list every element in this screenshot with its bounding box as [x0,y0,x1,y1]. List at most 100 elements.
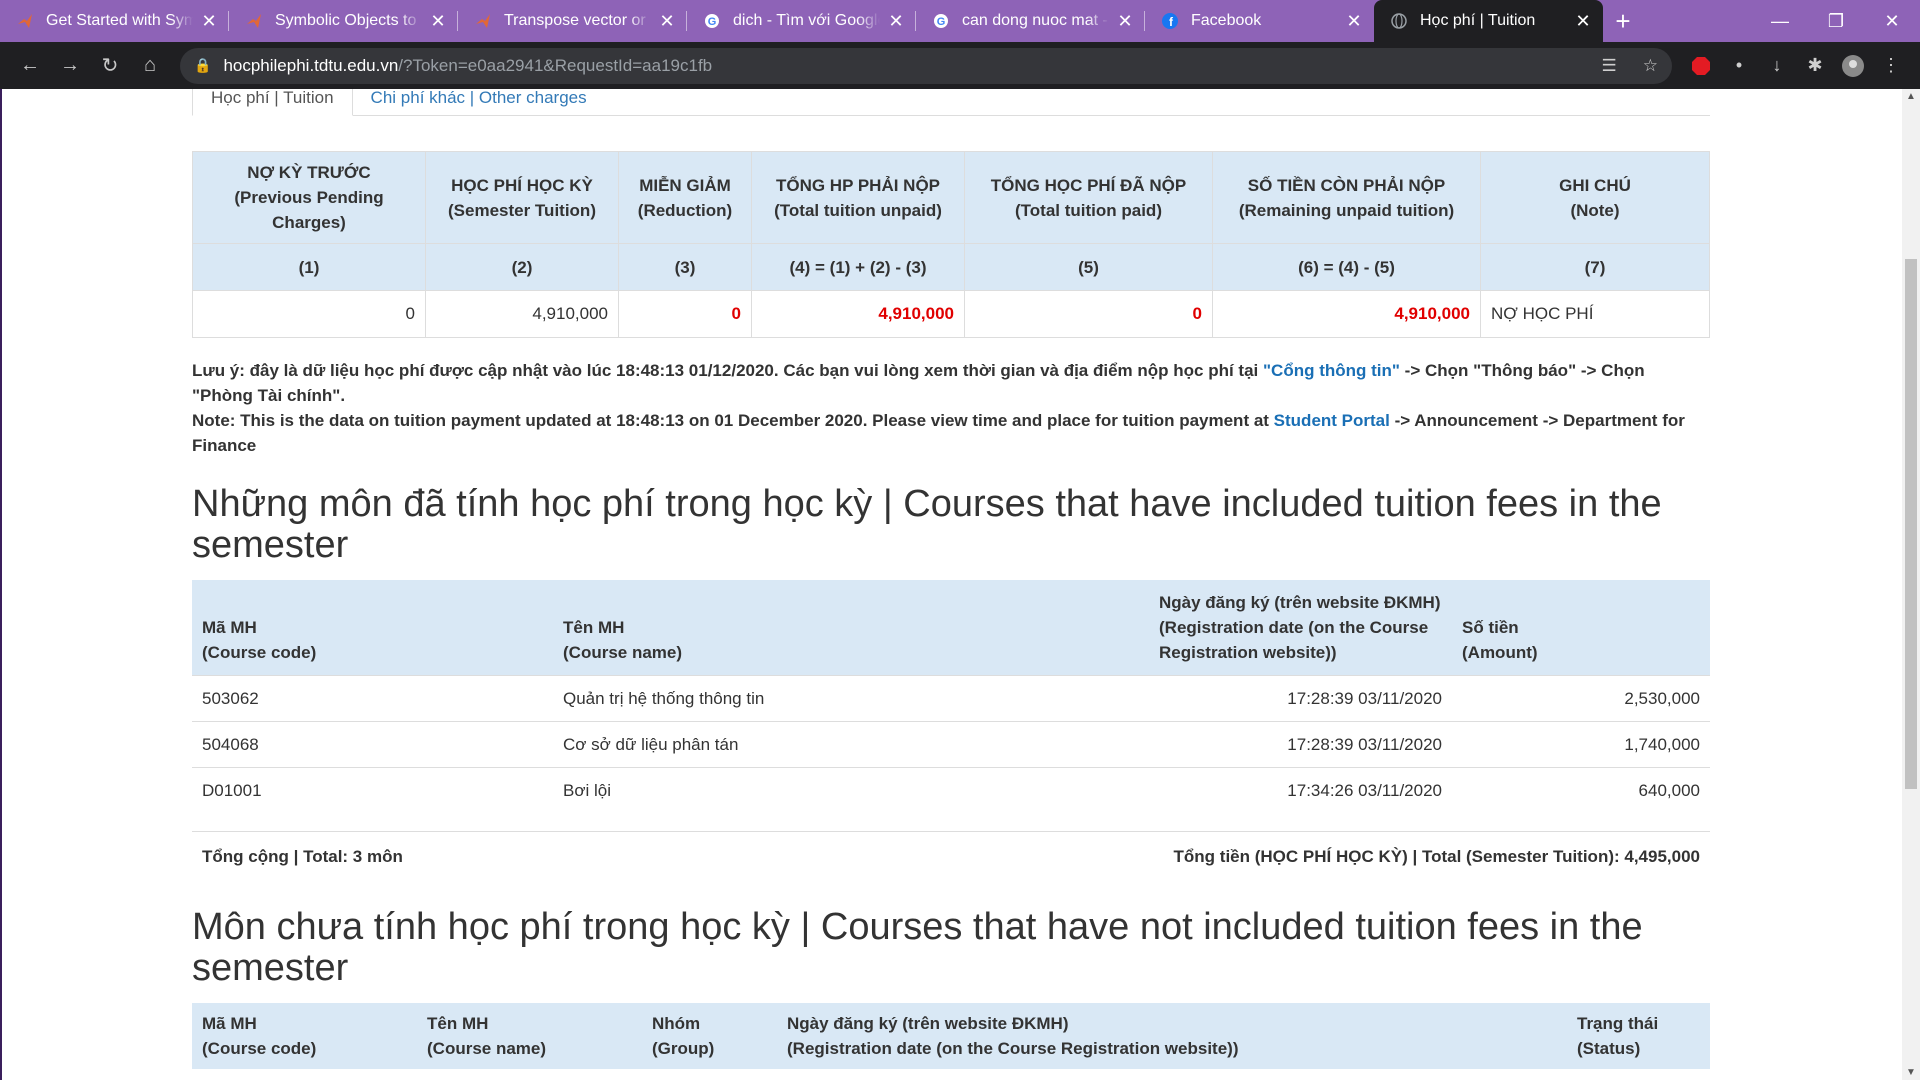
translate-icon[interactable]: ☰ [1602,56,1617,76]
scrollbar-thumb[interactable] [1905,259,1917,789]
column-index: (4) = (1) + (2) - (3) [751,243,965,291]
main-content: Học phí | Tuition Chi phí khác | Other c… [192,89,1710,1069]
minimize-button[interactable]: — [1752,0,1808,42]
course-name: Quản trị hệ thống thông tin [553,675,1149,722]
column-header: Ngày đăng ký (trên website ĐKMH) (Registr… [777,1003,1567,1069]
registration-date: 17:28:39 03/11/2020 [1149,721,1452,768]
column-index: (2) [425,243,619,291]
total-unpaid-value: 4,910,000 [751,290,965,338]
back-arrow-icon[interactable]: ← [10,46,50,86]
address-bar[interactable]: 🔒 hocphilephi.tdtu.edu.vn/?Token=e0aa294… [180,47,1672,84]
notice-text: Lưu ý: đây là dữ liệu học phí được cập n… [192,358,1710,458]
table-row: D01001 Bơi lội 17:34:26 03/11/2020 640,0… [192,767,1710,813]
browser-toolbar: ← → ↻ ⌂ 🔒 hocphilephi.tdtu.edu.vn/?Token… [0,42,1920,89]
registration-date: 17:28:39 03/11/2020 [1149,675,1452,722]
included-courses-heading: Những môn đã tính học phí trong học kỳ |… [192,483,1662,566]
matlab-icon [16,12,34,30]
close-icon[interactable]: ✕ [657,11,677,32]
reload-icon[interactable]: ↻ [90,46,130,86]
google-icon: G [932,12,950,30]
close-icon[interactable]: ✕ [428,11,448,32]
column-header: GHI CHÚ (Note) [1480,151,1710,244]
course-amount: 1,740,000 [1452,721,1710,768]
browser-tab[interactable]: f Facebook ✕ [1145,0,1374,42]
course-code: 503062 [192,675,553,722]
bookmark-star-icon[interactable]: ☆ [1643,56,1658,76]
column-header: Tên MH (Course name) [553,580,1149,676]
browser-tab[interactable]: Transpose vector or ma ✕ [458,0,687,42]
browser-tab[interactable]: Symbolic Objects to Re ✕ [229,0,458,42]
close-icon[interactable]: ✕ [199,11,219,32]
not-included-courses-heading: Môn chưa tính học phí trong học kỳ | Cou… [192,906,1643,989]
tab-tuition[interactable]: Học phí | Tuition [192,89,353,116]
notice-en: Note: This is the data on tuition paymen… [192,411,1685,455]
info-portal-link[interactable]: "Cổng thông tin" [1263,361,1400,380]
scroll-up-icon[interactable]: ▲ [1906,91,1916,102]
registration-date: 17:34:26 03/11/2020 [1149,767,1452,813]
browser-tab[interactable]: Get Started with Symbolic ✕ [0,0,229,42]
matlab-icon [245,12,263,30]
tab-other-charges[interactable]: Chi phí khác | Other charges [353,89,605,115]
scroll-down-icon[interactable]: ▼ [1906,1067,1916,1078]
menu-kebab-icon[interactable]: ⋮ [1872,47,1910,85]
table-row: 503062 Quản trị hệ thống thông tin 17:28… [192,675,1710,722]
total-amount: Tổng tiền (HỌC PHÍ HỌC KỲ) | Total (Seme… [1149,831,1710,881]
scrollbar[interactable]: ▲ ▼ [1902,89,1920,1080]
total-paid-value: 0 [964,290,1213,338]
column-header: Mã MH (Course code) [192,1003,417,1069]
column-index: (6) = (4) - (5) [1212,243,1481,291]
avatar[interactable] [1834,47,1872,85]
close-window-button[interactable]: ✕ [1864,0,1920,42]
reduction-value: 0 [618,290,752,338]
course-name: Bơi lội [553,767,1149,813]
home-icon[interactable]: ⌂ [130,46,170,86]
close-icon[interactable]: ✕ [886,11,906,32]
column-header: Trạng thái (Status) [1567,1003,1710,1069]
column-index: (5) [964,243,1213,291]
column-header: SỐ TIỀN CÒN PHẢI NỘP (Remaining unpaid tu… [1212,151,1481,244]
close-icon[interactable]: ✕ [1573,11,1593,32]
semester-tuition-value: 4,910,000 [425,290,619,338]
puzzle-icon[interactable]: ✱ [1796,47,1834,85]
total-count: Tổng cộng | Total: 3 môn [192,831,1149,881]
facebook-icon: f [1161,12,1179,30]
download-icon[interactable]: ↓ [1758,47,1796,85]
adblock-icon[interactable] [1682,47,1720,85]
column-index: (7) [1480,243,1710,291]
forward-arrow-icon[interactable]: → [50,46,90,86]
new-tab-button[interactable]: + [1603,0,1643,42]
browser-tab[interactable]: G dich - Tìm với Google ✕ [687,0,916,42]
not-included-courses-table: Mã MH (Course code) Tên MH (Course name) N… [192,1003,1710,1069]
restore-button[interactable]: ❐ [1808,0,1864,42]
column-header: Mã MH (Course code) [192,580,553,676]
column-header: Số tiền (Amount) [1452,580,1710,676]
table-row: 0 4,910,000 0 4,910,000 0 4,910,000 NỢ H… [192,290,1710,338]
column-header: HỌC PHÍ HỌC KỲ (Semester Tuition) [425,151,619,244]
column-header: TỔNG HỌC PHÍ ĐÃ NỘP (Total tuition paid) [964,151,1213,244]
course-code: 504068 [192,721,553,768]
column-header: Nhóm (Group) [642,1003,777,1069]
globe-icon [1390,12,1408,30]
close-icon[interactable]: ✕ [1115,11,1135,32]
svg-text:G: G [937,16,946,28]
close-icon[interactable]: ✕ [1344,11,1364,32]
page-tabs: Học phí | Tuition Chi phí khác | Other c… [192,89,1710,116]
page-viewport: ▲ ▼ Học phí | Tuition Chi phí khác | Oth… [0,89,1920,1080]
included-courses-table: Mã MH (Course code) Tên MH (Course name) N… [192,580,1710,881]
previous-pending-value: 0 [192,290,426,338]
browser-tab-strip: Get Started with Symbolic ✕ Symbolic Obj… [0,0,1920,42]
svg-text:G: G [708,16,717,28]
extension-icon[interactable]: • [1720,47,1758,85]
remaining-unpaid-value: 4,910,000 [1212,290,1481,338]
column-index: (3) [618,243,752,291]
lock-icon: 🔒 [194,57,212,73]
column-header: MIỄN GIẢM (Reduction) [618,151,752,244]
browser-tab[interactable]: G can dong nuoc mat - T ✕ [916,0,1145,42]
column-header: TỔNG HP PHẢI NỘP (Total tuition unpaid) [751,151,965,244]
browser-tab-active[interactable]: Học phí | Tuition ✕ [1374,0,1603,42]
student-portal-link[interactable]: Student Portal [1274,411,1390,430]
google-icon: G [703,12,721,30]
note-value: NỢ HỌC PHÍ [1480,290,1710,338]
column-header: NỢ KỲ TRƯỚC (Previous Pending Charges) [192,151,426,244]
matlab-icon [474,12,492,30]
